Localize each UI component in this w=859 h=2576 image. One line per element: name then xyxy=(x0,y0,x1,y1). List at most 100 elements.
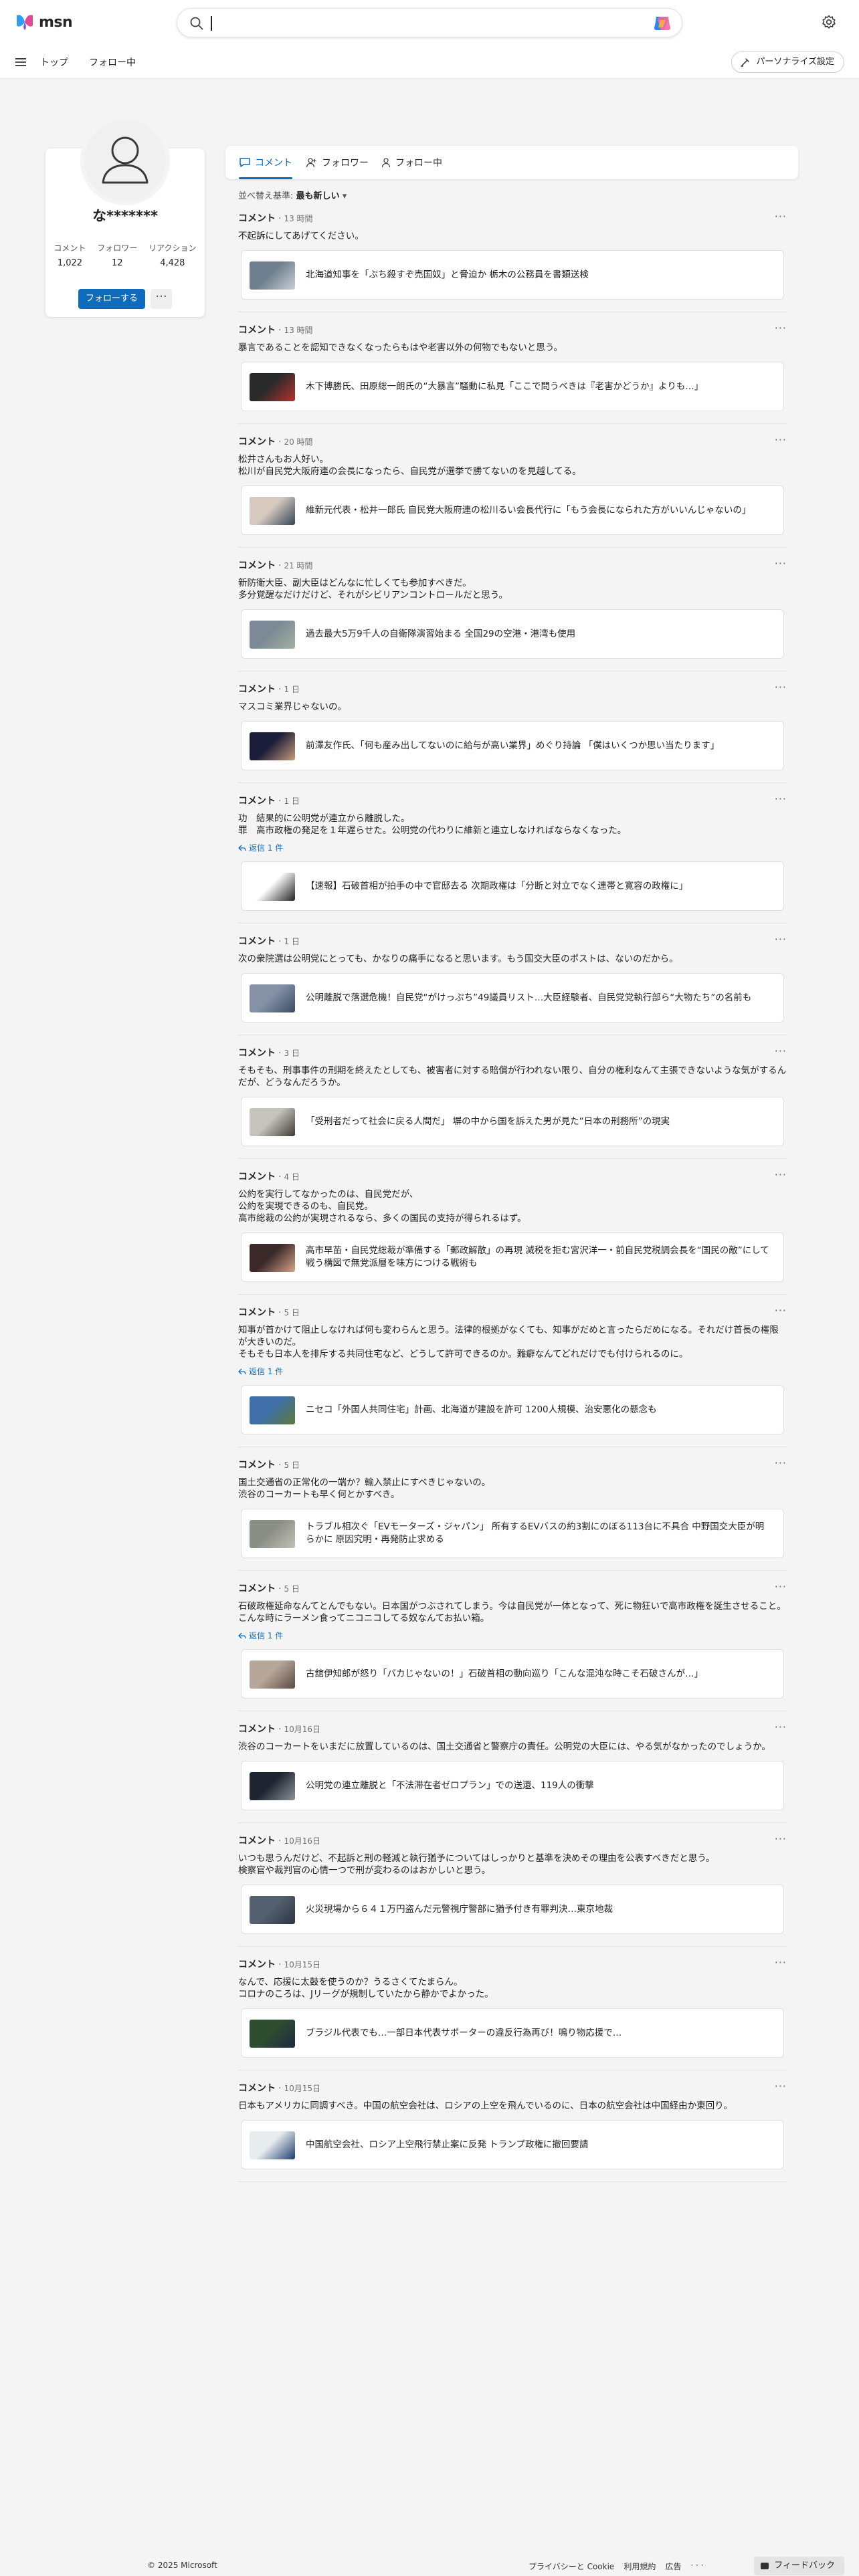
comment-more-icon[interactable]: ··· xyxy=(775,210,787,223)
comment-header: コメント · 1 日 xyxy=(238,936,787,948)
comment-author-label: コメント xyxy=(238,437,276,447)
nav-following-link[interactable]: フォロー中 xyxy=(89,56,136,69)
article-card[interactable]: 古舘伊知郎が怒り「バカじゃないの！」石破首相の動向巡り「こんな混沌な時こそ石破さ… xyxy=(241,1649,784,1699)
article-title: ニセコ「外国人共同住宅」計画、北海道が建設を許可 1200人規模、治安悪化の懸念… xyxy=(306,1404,657,1415)
personalize-button[interactable]: パーソナライズ設定 xyxy=(731,51,844,73)
stat-label: フォロワー xyxy=(97,243,138,253)
article-card[interactable]: ブラジル代表でも…一部日本代表サポーターの違反行為再び！鳴り物応援で… xyxy=(241,2008,784,2058)
comment-header: コメント · 3 日 xyxy=(238,1047,787,1059)
comment-more-icon[interactable]: ··· xyxy=(775,2080,787,2092)
comment-text: なんで、応援に太鼓を使うのか？うるさくてたまらん。 コロナのころは、Jリーグが規… xyxy=(238,1977,494,2000)
comment-more-icon[interactable]: ··· xyxy=(775,1304,787,1317)
article-card[interactable]: 維新元代表・松井一郎氏 自民党大阪府連の松川るい会長代行に「もう会長になられた方… xyxy=(241,486,784,535)
reply-link[interactable]: 返信 1 件 xyxy=(238,1366,787,1377)
tab-comments[interactable]: コメント xyxy=(239,146,292,179)
hamburger-menu-icon[interactable] xyxy=(15,57,27,68)
comment-text: 公約を実行してなかったのは、自民党だが、 公約を実現できるのも、自民党。 高市総… xyxy=(238,1189,527,1224)
article-card[interactable]: 公明離脱で落選危機！自民党“がけっぷち”49議員リスト…大臣経験者、自民党党執行… xyxy=(241,973,784,1023)
article-card[interactable]: 中国航空会社、ロシア上空飛行禁止案に反発 トランプ政権に撤回要請 xyxy=(241,2120,784,2169)
comment-header: コメント · 10月15日 xyxy=(238,2082,787,2095)
comment-more-icon[interactable]: ··· xyxy=(775,1457,787,1469)
article-card[interactable]: 公明党の連立離脱と「不法滞在者ゼロプラン」での送還、119人の衝撃 xyxy=(241,1761,784,1810)
separator-dot: · xyxy=(278,1307,282,1318)
comment-more-icon[interactable]: ··· xyxy=(775,792,787,805)
profile-tabs: コメント フォロワー フォロー中 xyxy=(225,146,798,179)
settings-gear-icon[interactable] xyxy=(822,15,836,29)
comment-text: マスコミ業界じゃないの。 xyxy=(238,702,347,712)
comment-more-icon[interactable]: ··· xyxy=(775,1956,787,1969)
article-card[interactable]: 「受刑者だって社会に戻る人間だ」 塀の中から国を訴えた男が見た“日本の刑務所”の… xyxy=(241,1097,784,1146)
article-card[interactable]: 木下博勝氏、田原総一朗氏の“大暴言”騒動に私見「ここで問うべきは『老害かどうか』… xyxy=(241,362,784,411)
comment-time: 3 日 xyxy=(284,1049,300,1058)
comment-more-icon[interactable]: ··· xyxy=(775,1721,787,1733)
reply-link[interactable]: 返信 1 件 xyxy=(238,842,787,853)
reply-link[interactable]: 返信 1 件 xyxy=(238,1630,787,1641)
comment-author-label: コメント xyxy=(238,936,276,947)
comment-text: 功 結果的に公明党が連立から離脱した。 罪 高市政権の発足を１年遅らせた。公明党… xyxy=(238,813,627,836)
article-card[interactable]: 前澤友作氏、「何も産み出してないのに給与が高い業界」めぐり持論 「僕はいくつか思… xyxy=(241,721,784,770)
article-thumbnail xyxy=(250,1520,295,1548)
comment-more-icon[interactable]: ··· xyxy=(775,433,787,446)
comment-text: 渋谷のコーカートをいまだに放置しているのは、国土交通省と警察庁の責任。公明党の大… xyxy=(238,1741,771,1752)
comment-header: コメント · 13 時間 xyxy=(238,213,787,225)
separator-dot: · xyxy=(278,1584,282,1594)
comment-text: 知事が首かけて阻止しなければ何も変わらんと思う。法律的根拠がなくても、知事がだめ… xyxy=(238,1325,779,1360)
article-card[interactable]: トラブル相次ぐ「EVモーターズ・ジャパン」 所有するEVバスの約3割にのぼる11… xyxy=(241,1509,784,1558)
sort-prefix: 並べ替え基準: xyxy=(238,191,294,201)
comment-more-icon[interactable]: ··· xyxy=(775,681,787,693)
article-title: 公明党の連立離脱と「不法滞在者ゼロプラン」での送還、119人の衝撃 xyxy=(306,1780,594,1791)
article-card[interactable]: 火災現場から６４１万円盗んだ元警視庁警部に猶予付き有罪判決…東京地裁 xyxy=(241,1885,784,1934)
sub-nav: トップ フォロー中 パーソナライズ設定 xyxy=(0,45,859,79)
sort-control[interactable]: 並べ替え基準: 最も新しい ▾ xyxy=(238,189,347,201)
article-thumbnail xyxy=(250,1660,295,1689)
footer-links: プライバシーと Cookie 利用規約 広告 · · · xyxy=(529,2561,703,2572)
person-icon xyxy=(102,136,149,184)
comment-more-icon[interactable]: ··· xyxy=(775,1045,787,1057)
comment-more-icon[interactable]: ··· xyxy=(775,1832,787,1845)
comment-header: コメント · 5 日 xyxy=(238,1459,787,1471)
separator-dot: · xyxy=(278,684,282,695)
search-input-caret[interactable] xyxy=(211,16,212,31)
comment-more-icon[interactable]: ··· xyxy=(775,1580,787,1593)
comment-time: 5 日 xyxy=(284,1308,300,1317)
feedback-button[interactable]: フィードバック xyxy=(754,2557,844,2575)
article-card[interactable]: 【速報】石破首相が拍手の中で官邸去る 次期政権は「分断と対立でなく連帯と寛容の政… xyxy=(241,861,784,911)
comment-time: 5 日 xyxy=(284,1461,300,1470)
personalize-icon xyxy=(741,58,750,67)
footer-link-ads[interactable]: 広告 xyxy=(665,2561,681,2572)
comment-author-label: コメント xyxy=(238,1836,276,1846)
follow-button[interactable]: フォローする xyxy=(78,289,145,309)
profile-more-button[interactable]: ··· xyxy=(151,289,172,309)
article-card[interactable]: ニセコ「外国人共同住宅」計画、北海道が建設を許可 1200人規模、治安悪化の懸念… xyxy=(241,1385,784,1434)
footer-link-terms[interactable]: 利用規約 xyxy=(624,2561,656,2572)
comment-text: 次の衆院選は公明党にとっても、かなりの痛手になると思います。もう国交大臣のポスト… xyxy=(238,954,678,964)
comment-text: 日本もアメリカに同調すべき。中国の航空会社は、ロシアの上空を飛んでいるのに、日本… xyxy=(238,2101,733,2111)
nav-home-link[interactable]: トップ xyxy=(40,56,68,69)
comment-time: 1 日 xyxy=(284,796,300,806)
comment-more-icon[interactable]: ··· xyxy=(775,1168,787,1181)
article-card[interactable]: 北海道知事を「ぶち殺すぞ売国奴」と脅迫か 栃木の公務員を書類送検 xyxy=(241,250,784,300)
tab-followers[interactable]: フォロワー xyxy=(306,146,369,179)
comment-item: コメント · 10月16日 ··· 渋谷のコーカートをいまだに放置しているのは、国土… xyxy=(238,1721,787,1823)
msn-logo[interactable]: msn xyxy=(15,13,73,31)
separator-dot: · xyxy=(278,936,282,947)
comment-author-label: コメント xyxy=(238,1460,276,1471)
separator-dot: · xyxy=(278,213,282,224)
comment-header: コメント · 5 日 xyxy=(238,1307,787,1319)
footer-more[interactable]: · · · xyxy=(690,2561,703,2572)
comment-more-icon[interactable]: ··· xyxy=(775,322,787,334)
article-thumbnail xyxy=(250,1244,295,1272)
copilot-icon[interactable] xyxy=(652,14,672,33)
comment-time: 10月16日 xyxy=(284,1725,320,1734)
comment-more-icon[interactable]: ··· xyxy=(775,557,787,570)
separator-dot: · xyxy=(278,796,282,807)
article-card[interactable]: 高市早苗・自民党総裁が準備する「郵政解散」の再現 減税を拒む宮沢洋一・前自民党税… xyxy=(241,1232,784,1282)
stat-followers[interactable]: フォロワー 12 xyxy=(97,242,137,268)
footer-link-privacy[interactable]: プライバシーと Cookie xyxy=(529,2561,614,2572)
comment-more-icon[interactable]: ··· xyxy=(775,933,787,946)
search-box[interactable] xyxy=(177,8,682,37)
article-thumbnail xyxy=(250,873,295,901)
tab-following[interactable]: フォロー中 xyxy=(381,146,442,179)
stat-label: リアクション xyxy=(149,243,197,253)
article-card[interactable]: 過去最大5万9千人の自衛隊演習始まる 全国29の空港・港湾も使用 xyxy=(241,609,784,659)
